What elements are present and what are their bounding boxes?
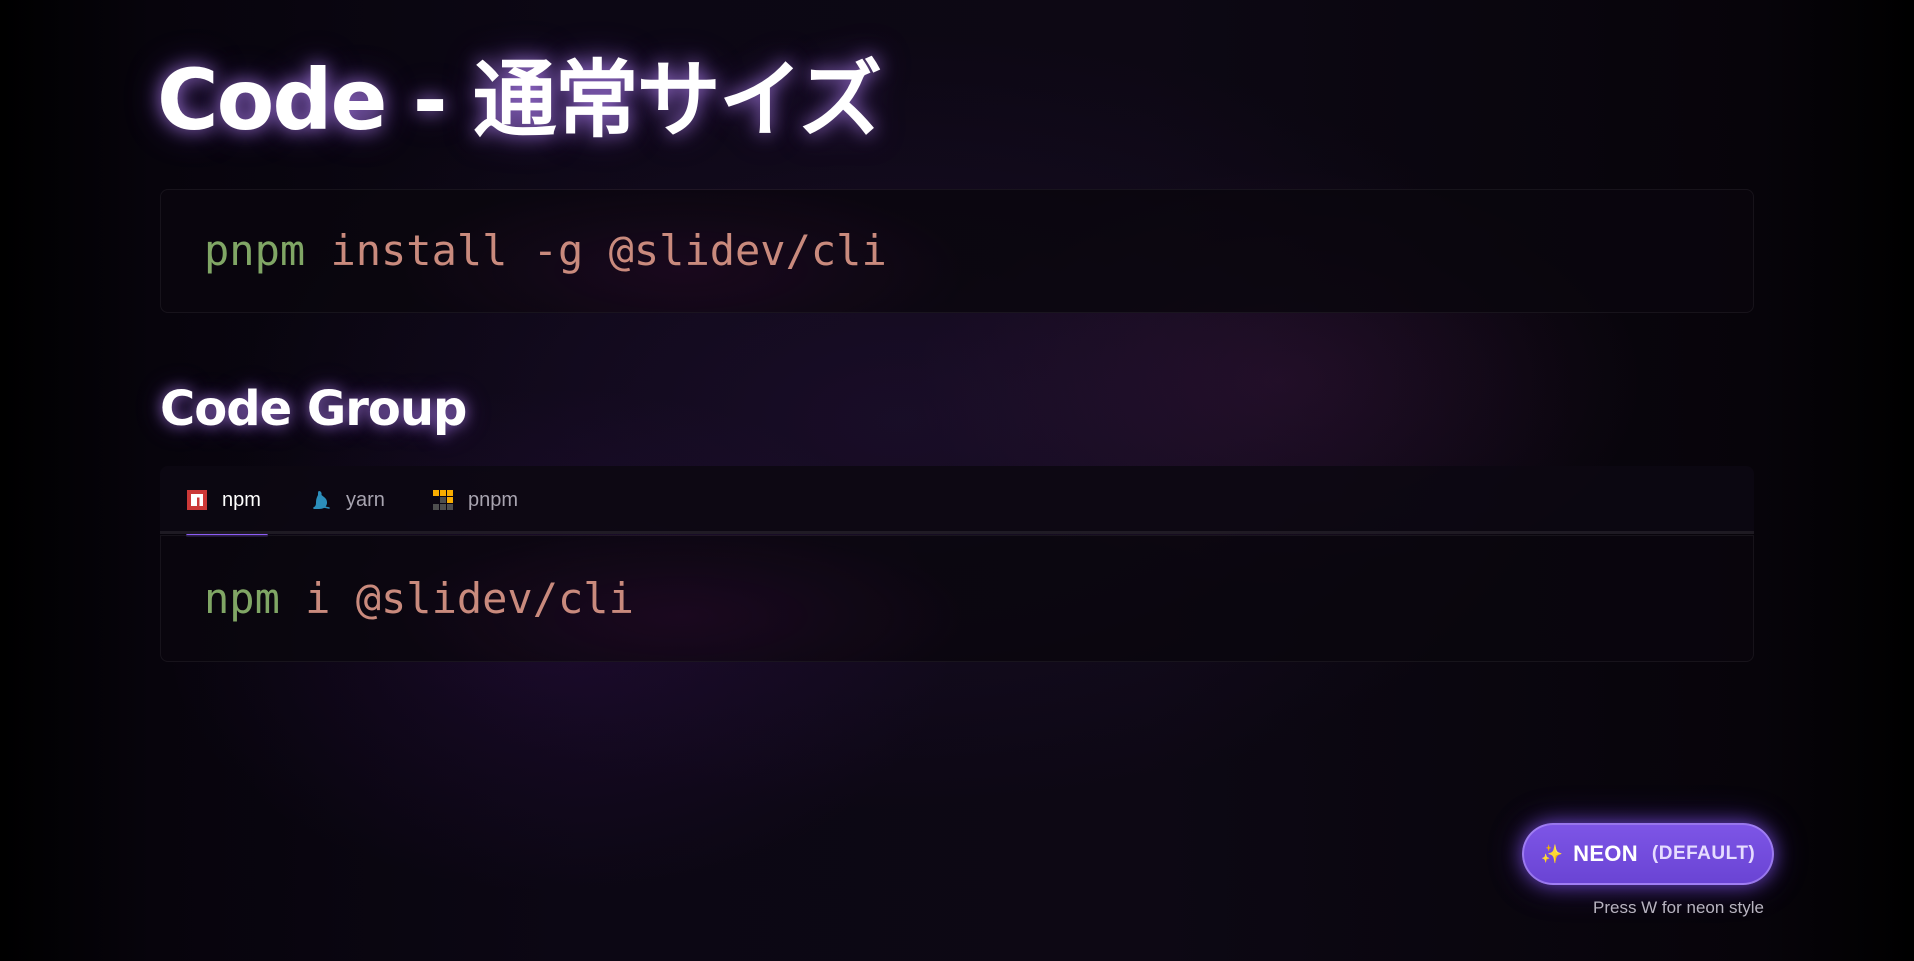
tab-label: yarn <box>346 488 385 511</box>
tab-yarn[interactable]: yarn <box>296 466 396 534</box>
code-group: npm yarn pnpm npm i @slidev/cli <box>160 466 1754 662</box>
neon-theme-button[interactable]: ✨ NEON (DEFAULT) <box>1522 823 1774 885</box>
keyboard-hint: Press W for neon style <box>1592 898 1764 917</box>
code-command: npm <box>204 574 280 623</box>
tab-label: npm <box>222 488 261 511</box>
code-line: pnpm install -g @slidev/cli <box>204 223 887 279</box>
code-arguments: install -g @slidev/cli <box>305 226 887 275</box>
tab-label: pnpm <box>468 488 519 511</box>
code-line: npm i @slidev/cli <box>204 571 634 627</box>
pnpm-icon <box>433 490 453 510</box>
code-group-panel: npm i @slidev/cli <box>160 535 1754 662</box>
tab-npm[interactable]: npm <box>172 466 268 537</box>
code-group-heading: Code Group <box>160 381 467 437</box>
slide: Code - 通常サイズ pnpm install -g @slidev/cli… <box>0 0 1914 961</box>
code-arguments: i @slidev/cli <box>279 574 634 623</box>
tab-pnpm[interactable]: pnpm <box>418 466 538 534</box>
yarn-icon <box>313 491 330 509</box>
code-group-tabs: npm yarn pnpm <box>160 466 1754 537</box>
code-command: pnpm <box>204 226 306 275</box>
npm-icon <box>187 490 207 510</box>
theme-label: NEON <box>1573 841 1638 866</box>
page-title: Code - 通常サイズ <box>157 51 882 149</box>
sparkles-icon: ✨ <box>1540 843 1564 864</box>
theme-mode: (DEFAULT) <box>1651 843 1756 864</box>
code-block: pnpm install -g @slidev/cli <box>160 189 1754 313</box>
